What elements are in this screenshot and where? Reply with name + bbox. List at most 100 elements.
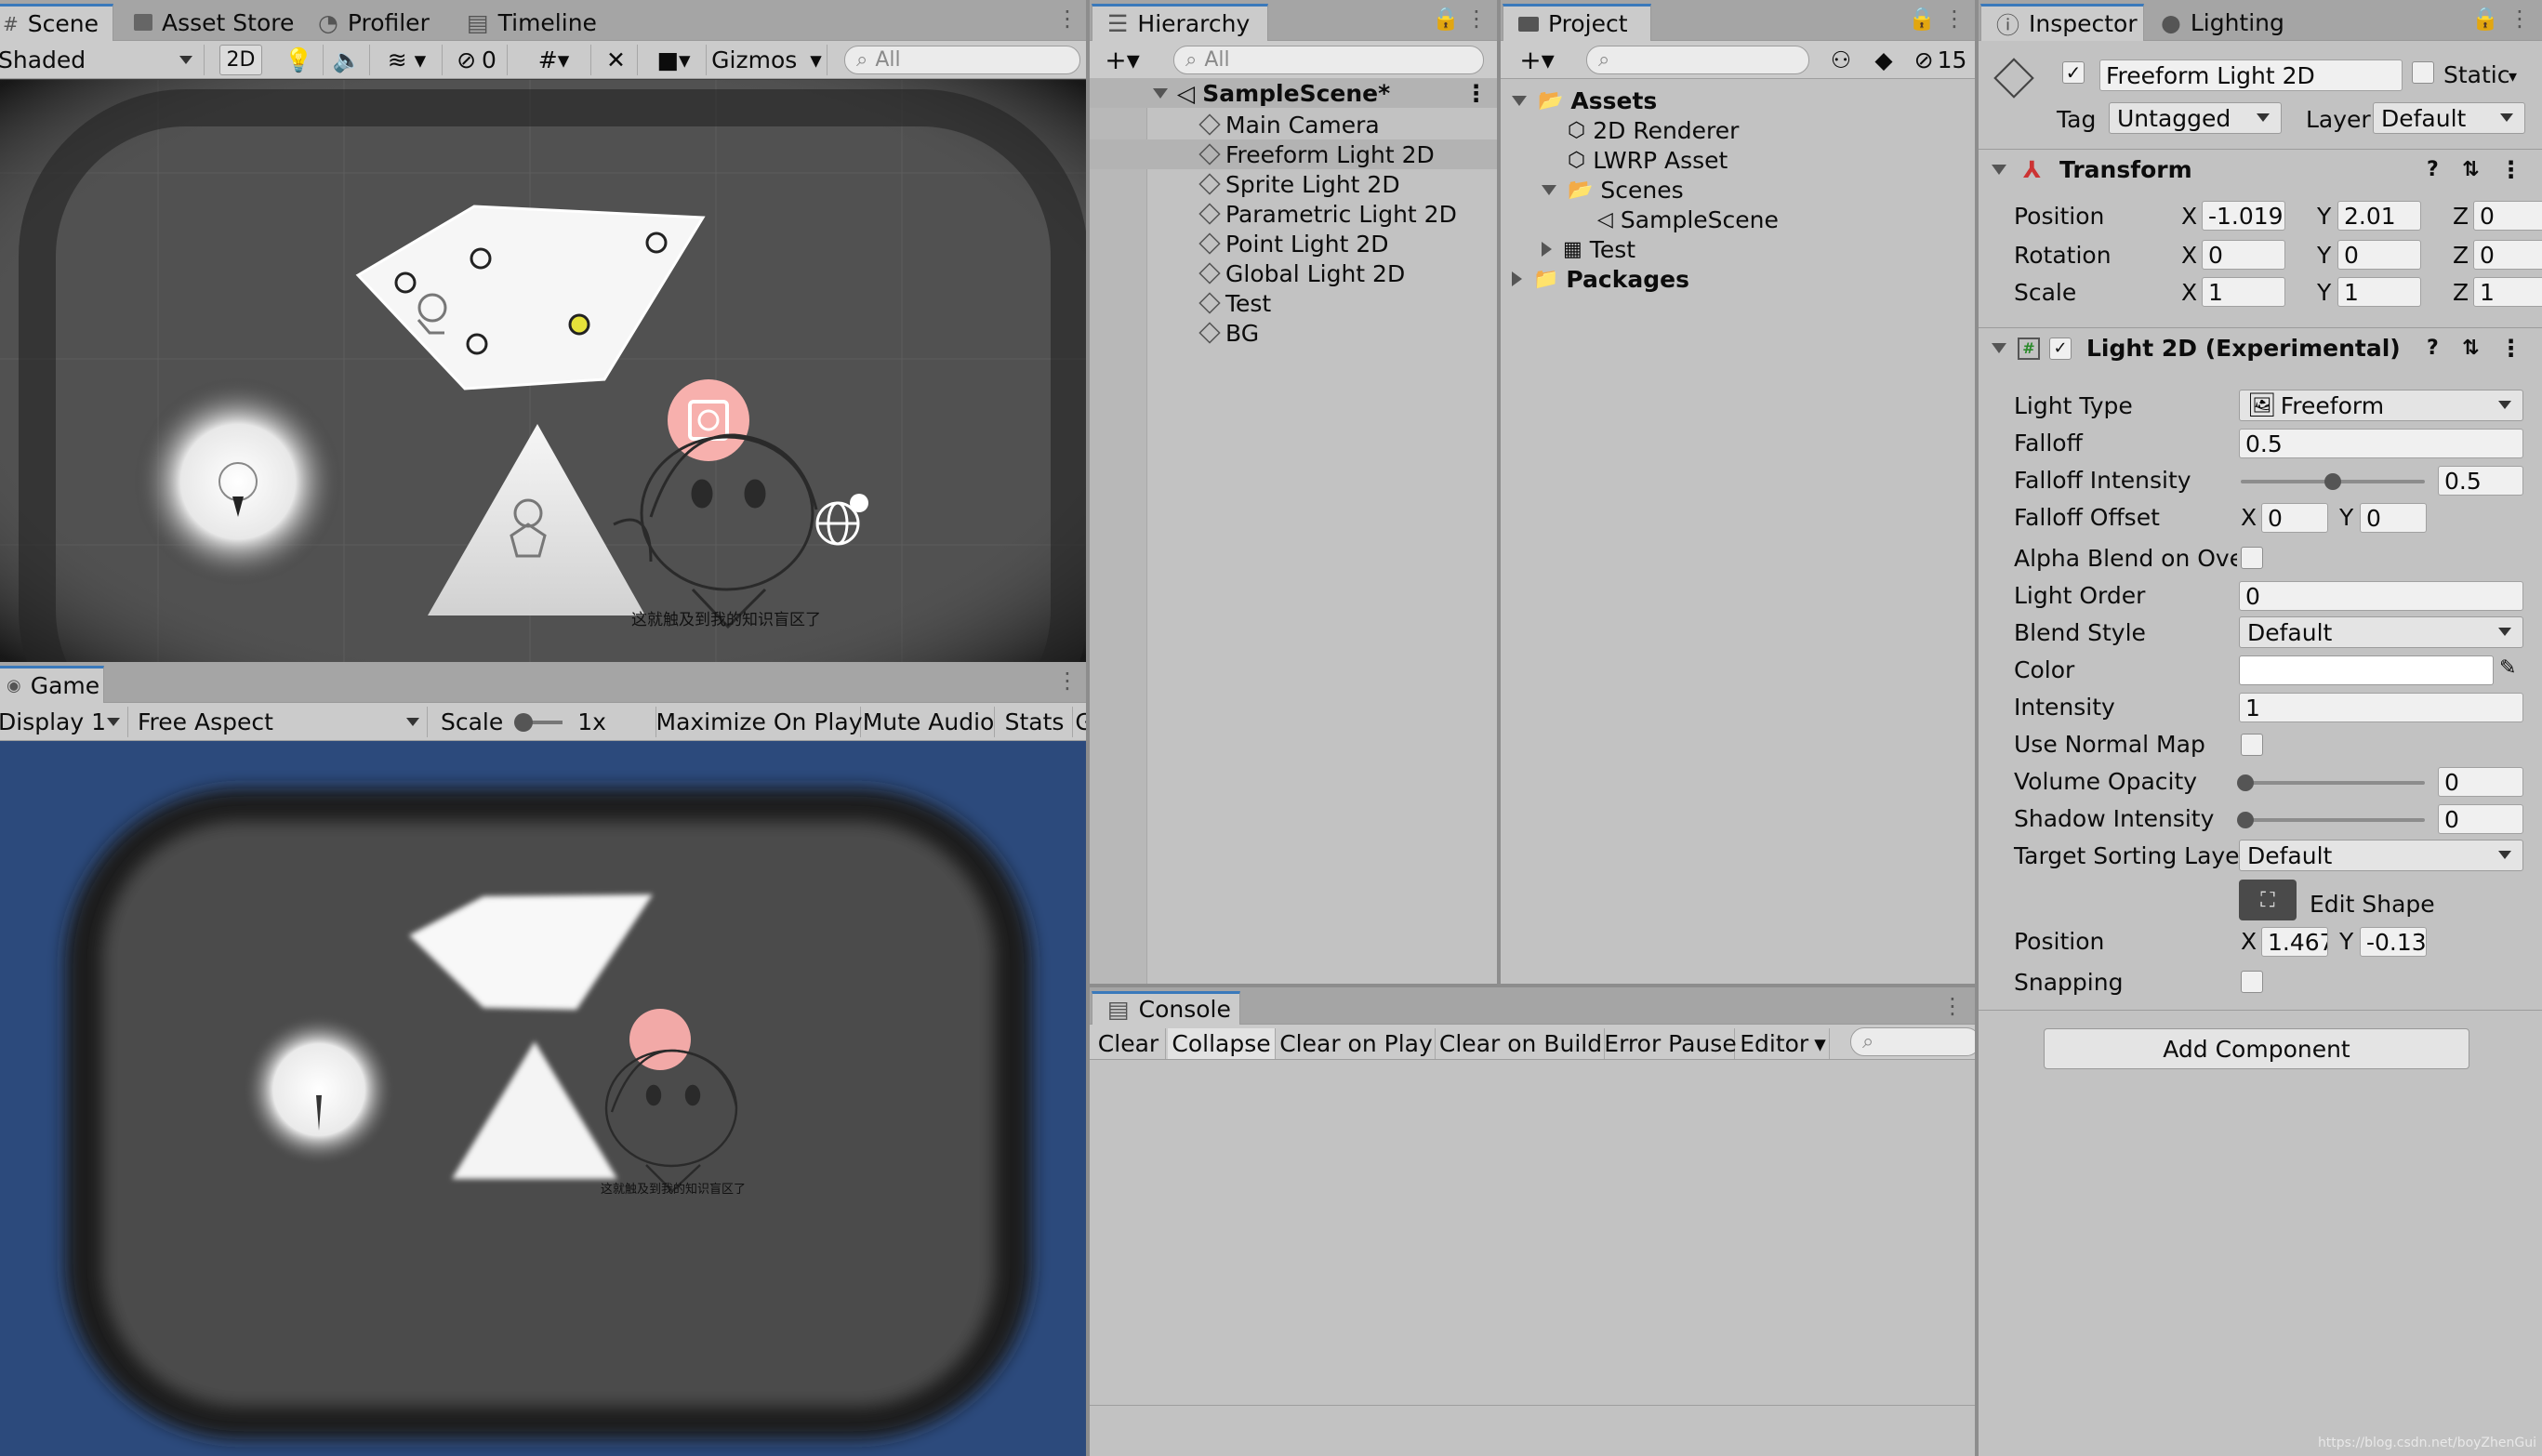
hierarchy-item[interactable]: Global Light 2D <box>1090 258 1499 288</box>
object-name-field[interactable]: Freeform Light 2D <box>2099 60 2403 91</box>
blend-style-dropdown[interactable]: Default <box>2239 616 2523 648</box>
hierarchy-item[interactable]: Parametric Light 2D <box>1090 199 1499 229</box>
shape-position-y-field[interactable]: -0.13 <box>2360 927 2427 957</box>
camera-dropdown[interactable]: ■▾ <box>642 45 707 75</box>
gizmos-toggle[interactable]: G <box>1075 707 1086 737</box>
shadow-intensity-field[interactable]: 0 <box>2438 804 2523 834</box>
shape-position-x-field[interactable]: 1.467 <box>2261 927 2328 957</box>
eyedropper-icon[interactable]: ✎ <box>2499 656 2516 680</box>
target-sorting-dropdown[interactable]: Default <box>2239 840 2523 871</box>
transform-scale-x-field[interactable]: 1 <box>2202 277 2285 307</box>
console-clear-on-play-toggle[interactable]: Clear on Play <box>1278 1028 1436 1059</box>
static-checkbox[interactable] <box>2412 61 2434 84</box>
component-menu-icon[interactable]: ⋮ <box>2499 156 2522 183</box>
console-search-input[interactable]: ⌕ <box>1850 1027 1975 1056</box>
light2d-header[interactable]: # ✓ Light 2D (Experimental) ? ⇅ ⋮ <box>1979 327 2542 368</box>
transform-scale-y-field[interactable]: 1 <box>2337 277 2421 307</box>
hierarchy-item[interactable]: Freeform Light 2D <box>1090 139 1499 169</box>
falloff-intensity-slider[interactable] <box>2241 473 2425 490</box>
gizmos-dropdown[interactable]: Gizmos ▾ <box>707 45 827 75</box>
tab-console[interactable]: ▤ Console <box>1092 991 1240 1025</box>
scene-root-row[interactable]: ◁ SampleScene* ⋮ <box>1090 78 1499 108</box>
console-clear-button[interactable]: Clear <box>1092 1028 1166 1059</box>
project-tree-item[interactable]: ▦ Test <box>1501 234 1975 264</box>
tab-inspector[interactable]: ⓘ Inspector <box>1980 4 2144 41</box>
project-tree-item[interactable]: ◁ SampleScene <box>1501 205 1975 234</box>
maximize-on-play-toggle[interactable]: Maximize On Play <box>656 707 863 737</box>
display-dropdown[interactable]: Display 1 <box>0 707 128 737</box>
effects-dropdown[interactable]: ≋ ▾ <box>372 45 443 75</box>
transform-rotation-x-field[interactable]: 0 <box>2202 240 2285 270</box>
light2d-enabled-checkbox[interactable]: ✓ <box>2049 337 2072 360</box>
project-tree-item[interactable]: ⬡ 2D Renderer <box>1501 115 1975 145</box>
help-icon[interactable]: ? <box>2427 158 2439 181</box>
falloff-intensity-field[interactable]: 0.5 <box>2438 466 2523 496</box>
tab-scene[interactable]: # Scene <box>0 4 113 41</box>
transform-header[interactable]: ⅄ Transform ? ⇅ ⋮ <box>1979 149 2542 190</box>
project-tree-item[interactable]: 📂 Assets <box>1501 86 1975 115</box>
project-tree-item[interactable]: 📂 Scenes <box>1501 175 1975 205</box>
transform-position-z-field[interactable]: 0 <box>2473 201 2542 231</box>
hierarchy-search-input[interactable]: ⌕ All <box>1173 46 1484 74</box>
hierarchy-item[interactable]: Main Camera <box>1090 110 1499 139</box>
tab-profiler[interactable]: ◔ Profiler <box>303 4 446 41</box>
light-order-field[interactable]: 0 <box>2239 581 2523 611</box>
project-search-input[interactable]: ⌕ <box>1586 46 1809 74</box>
2d-mode-toggle[interactable]: 2D <box>219 45 262 75</box>
lock-icon[interactable]: 🔒 <box>2471 6 2499 32</box>
aspect-dropdown[interactable]: Free Aspect <box>130 707 428 737</box>
tab-hierarchy[interactable]: ☰ Hierarchy <box>1092 4 1268 41</box>
slider-knob[interactable] <box>2237 774 2254 791</box>
game-menu-icon[interactable]: ⋮ <box>1056 668 1079 694</box>
tab-timeline[interactable]: ▤ Timeline <box>452 4 614 41</box>
preset-icon[interactable]: ⇅ <box>2462 158 2479 181</box>
volume-opacity-field[interactable]: 0 <box>2438 767 2523 797</box>
preset-icon[interactable]: ⇅ <box>2462 337 2479 360</box>
transform-rotation-y-field[interactable]: 0 <box>2337 240 2421 270</box>
tools-toggle[interactable]: ✕ <box>595 45 638 75</box>
shading-mode-dropdown[interactable]: Shaded <box>0 45 205 75</box>
transform-position-y-field[interactable]: 2.01 <box>2337 201 2421 231</box>
lock-icon[interactable]: 🔒 <box>1908 6 1936 32</box>
create-dropdown[interactable]: +▾ <box>1508 45 1566 75</box>
project-menu-icon[interactable]: ⋮ <box>1943 6 1966 32</box>
scene-canvas[interactable]: 这就触及到我的知识盲区了 <box>0 80 1086 662</box>
help-icon[interactable]: ? <box>2427 337 2439 360</box>
scene-search-input[interactable]: ⌕ All <box>844 46 1080 74</box>
lighting-toggle[interactable]: 💡 <box>275 45 324 75</box>
tab-project[interactable]: Project <box>1503 4 1651 41</box>
game-canvas[interactable]: 这就触及到我的知识盲区了 <box>0 742 1086 1456</box>
audio-toggle[interactable]: 🔈 <box>325 45 370 75</box>
light-type-dropdown[interactable]: 🖼 Freeform <box>2239 390 2523 421</box>
create-dropdown[interactable]: +▾ <box>1093 45 1151 75</box>
console-menu-icon[interactable]: ⋮ <box>1941 993 1964 1019</box>
color-swatch[interactable] <box>2239 655 2494 685</box>
hierarchy-item[interactable]: BG <box>1090 318 1499 348</box>
active-checkbox[interactable]: ✓ <box>2062 61 2085 84</box>
scene-menu-icon[interactable]: ⋮ <box>1056 6 1079 32</box>
project-tree-item[interactable]: ⬡ LWRP Asset <box>1501 145 1975 175</box>
shape-handle-selected[interactable] <box>568 313 590 336</box>
falloff-offset-y-field[interactable]: 0 <box>2360 503 2427 533</box>
hierarchy-item[interactable]: Point Light 2D <box>1090 229 1499 258</box>
transform-scale-z-field[interactable]: 1 <box>2473 277 2542 307</box>
filter-type-button[interactable]: ⚇ <box>1820 45 1861 75</box>
tab-game[interactable]: ◉ Game <box>0 666 104 703</box>
component-menu-icon[interactable]: ⋮ <box>2499 335 2522 362</box>
scale-slider[interactable]: Scale 1x <box>430 707 656 737</box>
console-collapse-toggle[interactable]: Collapse <box>1168 1028 1276 1059</box>
hierarchy-item[interactable]: Test <box>1090 288 1499 318</box>
tab-asset-store[interactable]: Asset Store <box>119 4 311 41</box>
grid-dropdown[interactable]: #▾ <box>517 45 591 75</box>
tab-lighting[interactable]: ● Lighting <box>2146 4 2301 41</box>
filter-label-button[interactable]: ◆ <box>1863 45 1904 75</box>
tag-dropdown[interactable]: Untagged <box>2109 102 2282 134</box>
transform-rotation-z-field[interactable]: 0 <box>2473 240 2542 270</box>
slider-knob[interactable] <box>2237 812 2254 828</box>
hierarchy-menu-icon[interactable]: ⋮ <box>1465 6 1488 32</box>
add-component-button[interactable]: Add Component <box>2044 1028 2469 1069</box>
layer-dropdown[interactable]: Default <box>2373 102 2525 134</box>
intensity-field[interactable]: 1 <box>2239 693 2523 722</box>
shadow-intensity-slider[interactable] <box>2237 812 2425 828</box>
hidden-packages-toggle[interactable]: ⊘ 15 <box>1906 45 1975 75</box>
